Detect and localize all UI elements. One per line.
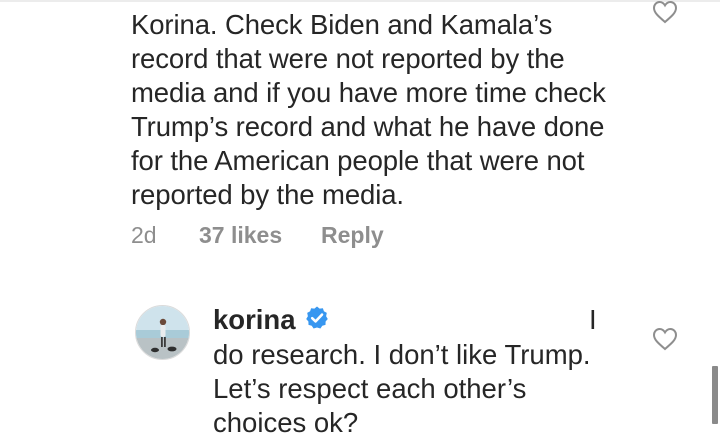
- reply-text: do research. I don’t like Trump. Let’s r…: [213, 339, 591, 438]
- username-link[interactable]: korina: [213, 303, 296, 337]
- avatar[interactable]: [135, 305, 190, 360]
- comment-meta: 2d 37 likes Reply: [131, 222, 384, 249]
- likes-count-link[interactable]: 37 likes: [199, 222, 321, 249]
- comments-thread: Korina. Check Biden and Kamala’s record …: [0, 0, 720, 444]
- reply-button[interactable]: Reply: [321, 222, 384, 249]
- scrollbar[interactable]: [712, 366, 718, 424]
- reply-header: korina: [213, 303, 330, 337]
- text-cursor: I: [589, 304, 597, 335]
- comment-timestamp: 2d: [131, 222, 157, 248]
- heart-icon[interactable]: [652, 0, 678, 24]
- divider: [0, 0, 720, 2]
- comment-text: Korina. Check Biden and Kamala’s record …: [131, 9, 606, 210]
- verified-badge-icon: [304, 305, 330, 336]
- heart-icon[interactable]: [652, 327, 678, 351]
